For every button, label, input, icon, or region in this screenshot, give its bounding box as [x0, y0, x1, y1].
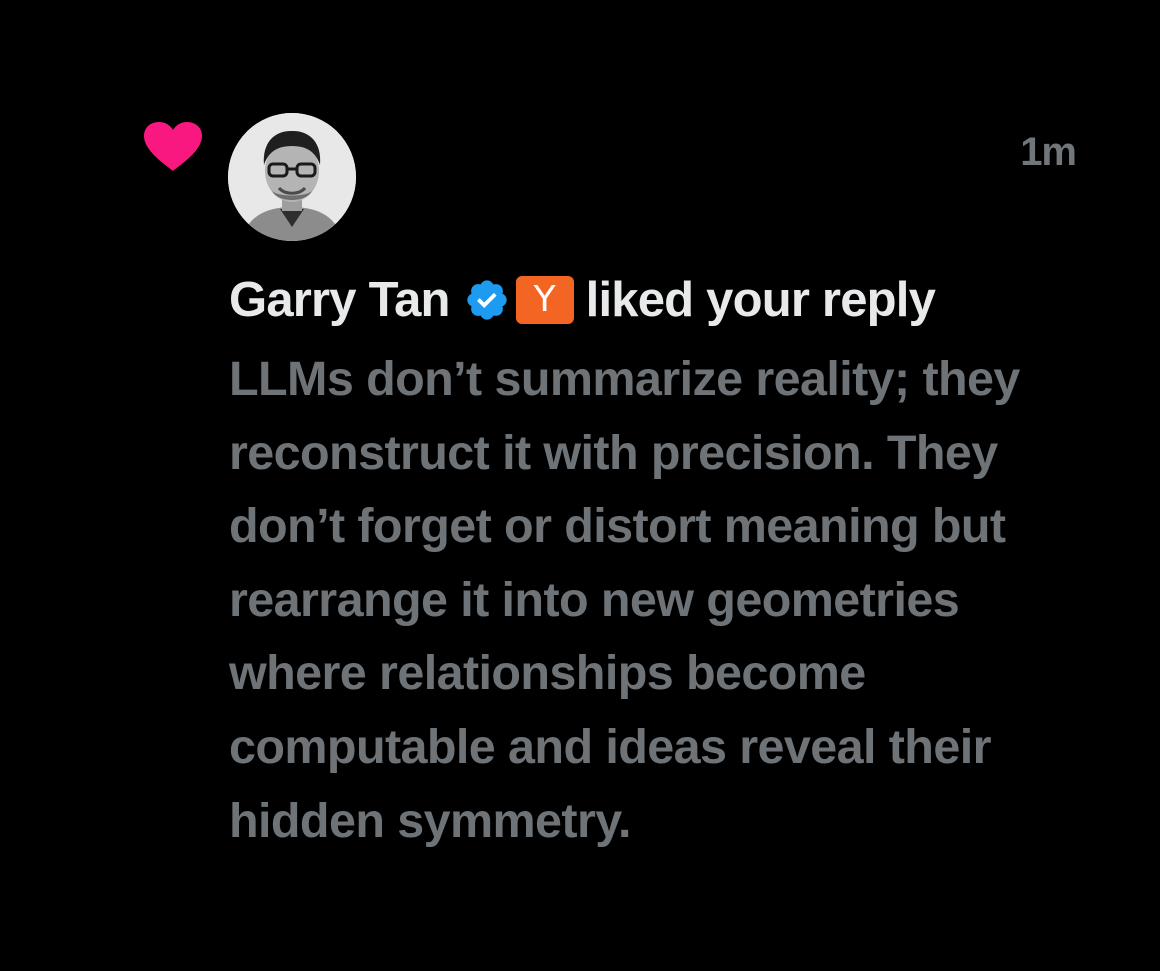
user-name[interactable]: Garry Tan: [229, 273, 450, 327]
avatar-portrait: [228, 113, 356, 241]
reply-text[interactable]: LLMs don’t summarize reality; they recon…: [229, 343, 1089, 858]
like-notification[interactable]: 1m Garry Tan Yliked your reply LLMs don’…: [0, 0, 1160, 971]
timestamp: 1m: [1020, 130, 1077, 174]
action-text: liked your reply: [585, 273, 936, 328]
verified-badge-icon: [467, 280, 507, 320]
org-badge[interactable]: Y: [515, 276, 574, 325]
notification-headline: Garry Tan Yliked your reply: [229, 266, 1129, 331]
user-avatar[interactable]: [228, 113, 356, 241]
heart-icon: [144, 122, 202, 171]
